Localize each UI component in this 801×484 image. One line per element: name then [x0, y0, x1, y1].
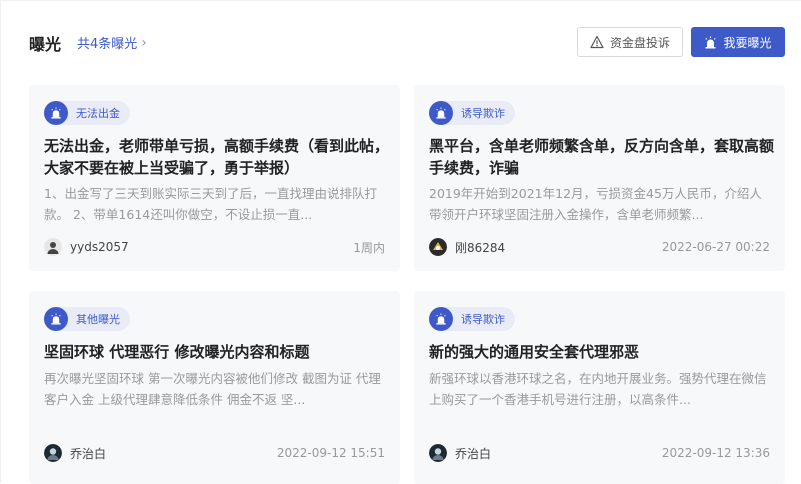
exposure-card[interactable]: 诱导欺诈 黑平台，含单老师频繁含单，反方向含单，套取高额手续费，诈骗 2019年… [414, 85, 785, 271]
alarm-light-icon [429, 101, 453, 125]
chevron-right-icon: › [141, 34, 147, 51]
card-description: 新强环球以香港环球之名，在内地开展业务。强势代理在微信上购买了一个香港手机号进行… [429, 371, 767, 407]
alarm-light-icon [44, 101, 68, 125]
exposure-card[interactable]: 无法出金 无法出金，老师带单亏损，高额手续费（看到此帖，大家不要在被上当受骗了，… [29, 85, 400, 271]
alarm-light-icon [705, 36, 717, 48]
card-title[interactable]: 无法出金，老师带单亏损，高额手续费（看到此帖，大家不要在被上当受骗了，勇于举报） [44, 135, 389, 179]
category-tag-label: 无法出金 [76, 107, 120, 120]
category-tag: 诱导欺诈 [429, 101, 515, 125]
author-name: 刚86284 [455, 240, 506, 255]
author-name: 乔治白 [70, 446, 107, 461]
post-time: 2022-09-12 13:36 [661, 446, 770, 460]
category-tag-label: 诱导欺诈 [461, 107, 505, 120]
card-title[interactable]: 坚固环球 代理恶行 修改曝光内容和标题 [44, 341, 389, 363]
card-meta: 刚86284 2022-06-27 00:22 [429, 237, 770, 257]
alarm-light-icon [429, 307, 453, 331]
category-tag: 无法出金 [44, 101, 130, 125]
author-name: yyds2057 [70, 240, 129, 254]
card-title[interactable]: 黑平台，含单老师频繁含单，反方向含单，套取高额手续费，诈骗 [429, 135, 774, 179]
expose-button[interactable]: 我要曝光 [691, 27, 785, 57]
exposure-panel: 曝光 共4条曝光 › 资金盘投诉 我要曝光 无法出金 无法出金，老师带单亏损，高… [0, 0, 801, 484]
category-tag-label: 诱导欺诈 [461, 313, 505, 326]
author-name: 乔治白 [455, 446, 492, 461]
card-description: 2019年开始到2021年12月，亏损资金45万人民币，介绍人带领开户环球坚固注… [429, 186, 762, 222]
exposure-card[interactable]: 其他曝光 坚固环球 代理恶行 修改曝光内容和标题 再次曝光坚固环球 第一次曝光内… [29, 291, 400, 484]
avatar [44, 444, 62, 462]
card-meta: yyds2057 1周内 [44, 237, 385, 257]
complain-button[interactable]: 资金盘投诉 [577, 27, 683, 57]
exposure-header: 曝光 共4条曝光 › 资金盘投诉 我要曝光 [1, 23, 801, 63]
section-title: 曝光 [29, 35, 62, 54]
post-time: 1周内 [353, 240, 385, 255]
complain-button-label: 资金盘投诉 [609, 35, 670, 50]
exposure-card[interactable]: 诱导欺诈 新的强大的通用安全套代理邪恶 新强环球以香港环球之名，在内地开展业务。… [414, 291, 785, 484]
card-meta: 乔治白 2022-09-12 13:36 [429, 443, 770, 463]
card-meta: 乔治白 2022-09-12 15:51 [44, 443, 385, 463]
post-time: 2022-09-12 15:51 [276, 446, 385, 460]
warning-icon [590, 35, 604, 49]
avatar [44, 238, 62, 256]
avatar [429, 238, 447, 256]
category-tag: 其他曝光 [44, 307, 130, 331]
card-description: 1、出金写了三天到账实际三天到了后，一直找理由说排队打款。 2、带单1614还叫… [44, 186, 377, 222]
card-title[interactable]: 新的强大的通用安全套代理邪恶 [429, 341, 774, 363]
expose-button-label: 我要曝光 [723, 35, 772, 50]
avatar [429, 444, 447, 462]
post-time: 2022-06-27 00:22 [661, 240, 770, 254]
exposure-count-label: 共4条曝光 [77, 37, 138, 52]
alarm-light-icon [44, 307, 68, 331]
exposure-count-link[interactable]: 共4条曝光 › [77, 33, 147, 53]
category-tag-label: 其他曝光 [76, 313, 120, 326]
category-tag: 诱导欺诈 [429, 307, 515, 331]
card-description: 再次曝光坚固环球 第一次曝光内容被他们修改 截图为证 代理客户入金 上级代理肆意… [44, 371, 381, 407]
